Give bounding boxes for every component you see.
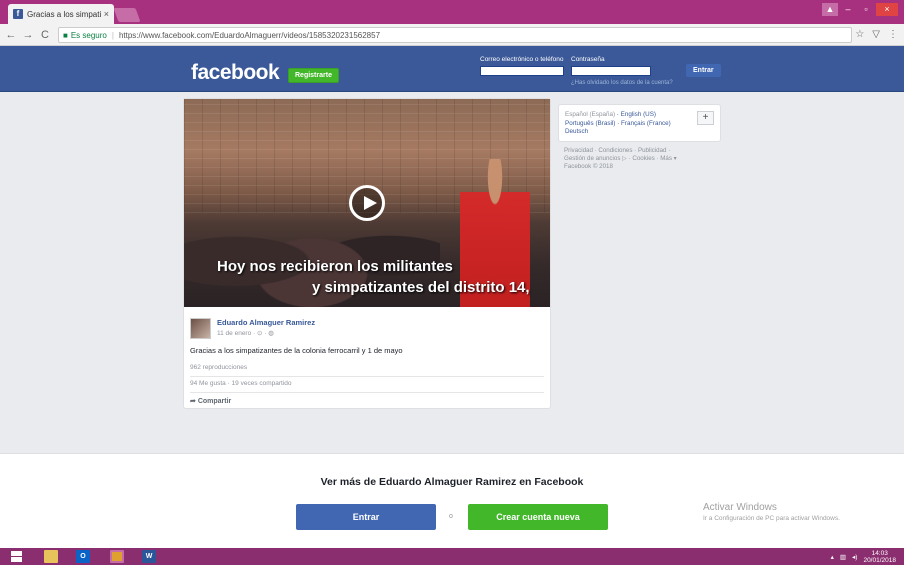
url-text: https://www.facebook.com/EduardoAlmaguer… xyxy=(118,30,381,40)
video-player[interactable]: Hoy nos recibieron los militantes y simp… xyxy=(184,99,550,307)
more-languages-button[interactable]: + xyxy=(697,111,714,125)
email-input[interactable] xyxy=(480,66,564,76)
language-link-german[interactable]: Deutsch xyxy=(565,128,588,135)
facebook-header: facebook Registrarte xyxy=(0,46,904,92)
language-link-english[interactable]: English (US) xyxy=(621,111,656,118)
window-controls: ▲ – ▫ × xyxy=(822,3,898,16)
extension-icon[interactable]: ▽ xyxy=(872,29,880,40)
clock-date: 20/01/2018 xyxy=(863,557,896,564)
create-account-button[interactable]: Crear cuenta nueva xyxy=(468,504,608,530)
language-link-portuguese[interactable]: Português (Brasil) xyxy=(565,120,615,127)
network-icon[interactable]: ▥ xyxy=(840,553,846,561)
avatar[interactable] xyxy=(190,318,211,339)
footer-links-line1[interactable]: Privacidad · Condiciones · Publicidad · xyxy=(564,147,704,155)
footer-links: Privacidad · Condiciones · Publicidad · … xyxy=(564,147,704,171)
post-author: Eduardo Almaguer Ramirez 11 de enero · ⊙… xyxy=(190,318,315,339)
minimize-button[interactable]: – xyxy=(840,3,856,16)
language-selector: Español (España) · English (US) Portuguê… xyxy=(558,104,721,142)
taskbar-clock[interactable]: 14:03 20/01/2018 xyxy=(863,550,896,564)
copyright: Facebook © 2018 xyxy=(564,163,613,170)
email-label: Correo electrónico o teléfono xyxy=(480,56,564,63)
url-input[interactable]: ■ Es seguro | https://www.facebook.com/E… xyxy=(58,27,852,43)
post-text: Gracias a los simpatizantes de la coloni… xyxy=(190,346,403,355)
secure-label: Es seguro xyxy=(70,30,107,40)
share-button[interactable]: ➦ Compartir xyxy=(190,397,231,405)
language-link-french[interactable]: Français (France) xyxy=(621,120,671,127)
author-name[interactable]: Eduardo Almaguer Ramirez xyxy=(217,318,315,327)
tab-title: Gracias a los simpatizant xyxy=(27,9,101,19)
post-date[interactable]: 11 de enero · ⊙ · ◍ xyxy=(217,329,315,337)
reload-icon[interactable]: C xyxy=(39,29,51,41)
activate-title: Activar Windows xyxy=(703,502,777,513)
or-separator: o xyxy=(449,513,453,520)
divider xyxy=(190,392,544,393)
system-tray: ▴ ▥ ◂) 14:03 20/01/2018 xyxy=(831,550,896,564)
lock-icon: ■ xyxy=(63,30,68,40)
share-arrow-icon: ➦ xyxy=(190,398,196,405)
share-label: Compartir xyxy=(197,398,232,405)
omnibox-separator: | xyxy=(111,30,114,40)
login-banner: Ver más de Eduardo Almaguer Ramirez en F… xyxy=(0,453,904,548)
banner-login-button[interactable]: Entrar xyxy=(296,504,436,530)
forgot-account-link[interactable]: ¿Has olvidado los datos de la cuenta? xyxy=(571,80,673,86)
video-caption-line1: Hoy nos recibieron los militantes xyxy=(217,258,453,275)
browser-actions: ☆ ▽ ⋮ xyxy=(855,29,898,40)
word-icon[interactable]: W xyxy=(142,550,156,563)
bookmark-star-icon[interactable]: ☆ xyxy=(855,29,864,40)
forward-icon[interactable]: → xyxy=(22,29,34,41)
activate-subtitle: Ir a Configuración de PC para activar Wi… xyxy=(703,515,840,522)
video-post-card: Hoy nos recibieron los militantes y simp… xyxy=(183,98,551,409)
tray-chevron-icon[interactable]: ▴ xyxy=(831,553,834,561)
tab-close-icon[interactable]: × xyxy=(104,9,109,19)
volume-icon[interactable]: ◂) xyxy=(852,553,857,561)
divider xyxy=(190,376,544,377)
file-explorer-icon[interactable] xyxy=(44,550,58,563)
login-button[interactable]: Entrar xyxy=(686,64,721,77)
outlook-icon[interactable]: O xyxy=(76,550,90,563)
windows-taskbar: O W ▴ ▥ ◂) 14:03 20/01/2018 xyxy=(0,548,904,565)
reactions-stats[interactable]: 94 Me gusta · 19 veces compartido xyxy=(190,380,292,387)
clock-time: 14:03 xyxy=(871,550,888,557)
activate-windows-watermark: Activar Windows Ir a Configuración de PC… xyxy=(703,502,840,522)
footer-links-line2[interactable]: Gestión de anuncios ▷ · Cookies · Más ▾ xyxy=(564,155,704,163)
new-tab-button[interactable] xyxy=(113,8,141,22)
video-caption-line2: y simpatizantes del distrito 14, xyxy=(312,279,530,296)
back-icon[interactable]: ← xyxy=(5,29,17,41)
views-count: 962 reproducciones xyxy=(190,364,248,371)
register-button[interactable]: Registrarte xyxy=(288,68,339,83)
windows-start-icon[interactable] xyxy=(11,551,22,562)
address-bar: ← → C ■ Es seguro | https://www.facebook… xyxy=(0,24,904,46)
password-label: Contraseña xyxy=(571,56,605,63)
banner-title: Ver más de Eduardo Almaguer Ramirez en F… xyxy=(320,476,584,488)
menu-icon[interactable]: ⋮ xyxy=(888,29,898,40)
profile-icon[interactable]: ▲ xyxy=(822,3,838,16)
browser-tab-bar: f Gracias a los simpatizant × ▲ – ▫ × xyxy=(0,0,904,24)
play-icon[interactable] xyxy=(349,185,385,221)
facebook-logo[interactable]: facebook xyxy=(191,61,280,85)
password-input[interactable] xyxy=(571,66,651,76)
tab-active[interactable]: f Gracias a los simpatizant × xyxy=(8,4,114,24)
chrome-icon[interactable] xyxy=(110,550,124,563)
close-window-button[interactable]: × xyxy=(876,3,898,16)
maximize-button[interactable]: ▫ xyxy=(858,3,874,16)
facebook-favicon-icon: f xyxy=(13,9,23,19)
current-language: Español (España) xyxy=(565,111,616,118)
